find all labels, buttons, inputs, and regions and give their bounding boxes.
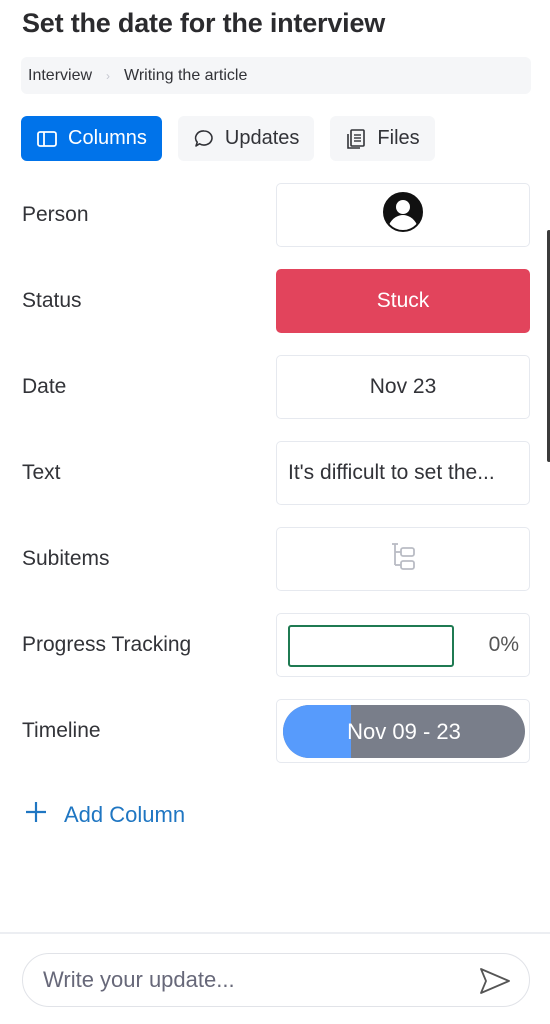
tab-columns[interactable]: Columns (21, 116, 162, 161)
progress-percent: 0% (488, 633, 519, 656)
add-column-label: Add Column (64, 802, 186, 827)
chevron-right-icon: › (106, 68, 111, 83)
plus-icon (24, 800, 48, 830)
timeline-range: Nov 09 - 23 (347, 718, 461, 744)
add-column-button[interactable]: Add Column (24, 800, 185, 830)
breadcrumb-item-board[interactable]: Interview (28, 67, 92, 85)
breadcrumb-item-group[interactable]: Writing the article (124, 67, 247, 85)
column-label: Progress Tracking (22, 633, 192, 656)
subitems-cell[interactable] (276, 527, 530, 591)
user-avatar-icon (382, 191, 424, 239)
column-row-text: Text It's difficult to set the... (0, 441, 550, 505)
column-label: Subitems (22, 547, 110, 570)
column-label: Timeline (22, 719, 101, 742)
send-icon[interactable] (479, 966, 511, 996)
update-input[interactable] (43, 967, 443, 993)
column-label: Date (22, 375, 67, 398)
tab-files[interactable]: Files (330, 116, 435, 161)
column-row-status: Status Stuck (0, 269, 550, 333)
text-cell[interactable]: It's difficult to set the... (276, 441, 530, 505)
timeline-elapsed-fill (283, 705, 351, 758)
update-composer (22, 953, 530, 1007)
column-label: Person (22, 203, 89, 226)
progress-cell[interactable]: 0% (276, 613, 530, 677)
timeline-cell[interactable]: Nov 09 - 23 (276, 699, 530, 763)
chat-bubble-icon (193, 128, 215, 150)
column-row-person: Person (0, 183, 550, 247)
divider (0, 932, 550, 934)
column-row-timeline: Timeline Nov 09 - 23 (0, 699, 550, 763)
column-label: Status (22, 289, 82, 312)
columns-icon (36, 128, 58, 150)
person-cell[interactable] (276, 183, 530, 247)
files-icon (345, 128, 367, 150)
tab-label: Updates (224, 127, 300, 149)
breadcrumb: Interview › Writing the article (21, 57, 531, 94)
subitems-icon (388, 541, 418, 577)
date-cell[interactable]: Nov 23 (276, 355, 530, 419)
column-row-subitems: Subitems (0, 527, 550, 591)
item-tabs: Columns Updates Files (21, 116, 435, 161)
tab-label: Files (377, 127, 420, 149)
tab-label: Columns (68, 127, 147, 149)
tab-updates[interactable]: Updates (177, 116, 315, 161)
page-title: Set the date for the interview (22, 8, 386, 38)
column-label: Text (22, 461, 61, 484)
column-row-date: Date Nov 23 (0, 355, 550, 419)
column-row-progress: Progress Tracking 0% (0, 613, 550, 677)
timeline-bar: Nov 09 - 23 (283, 705, 525, 758)
status-badge[interactable]: Stuck (276, 269, 530, 333)
progress-bar (288, 625, 454, 667)
